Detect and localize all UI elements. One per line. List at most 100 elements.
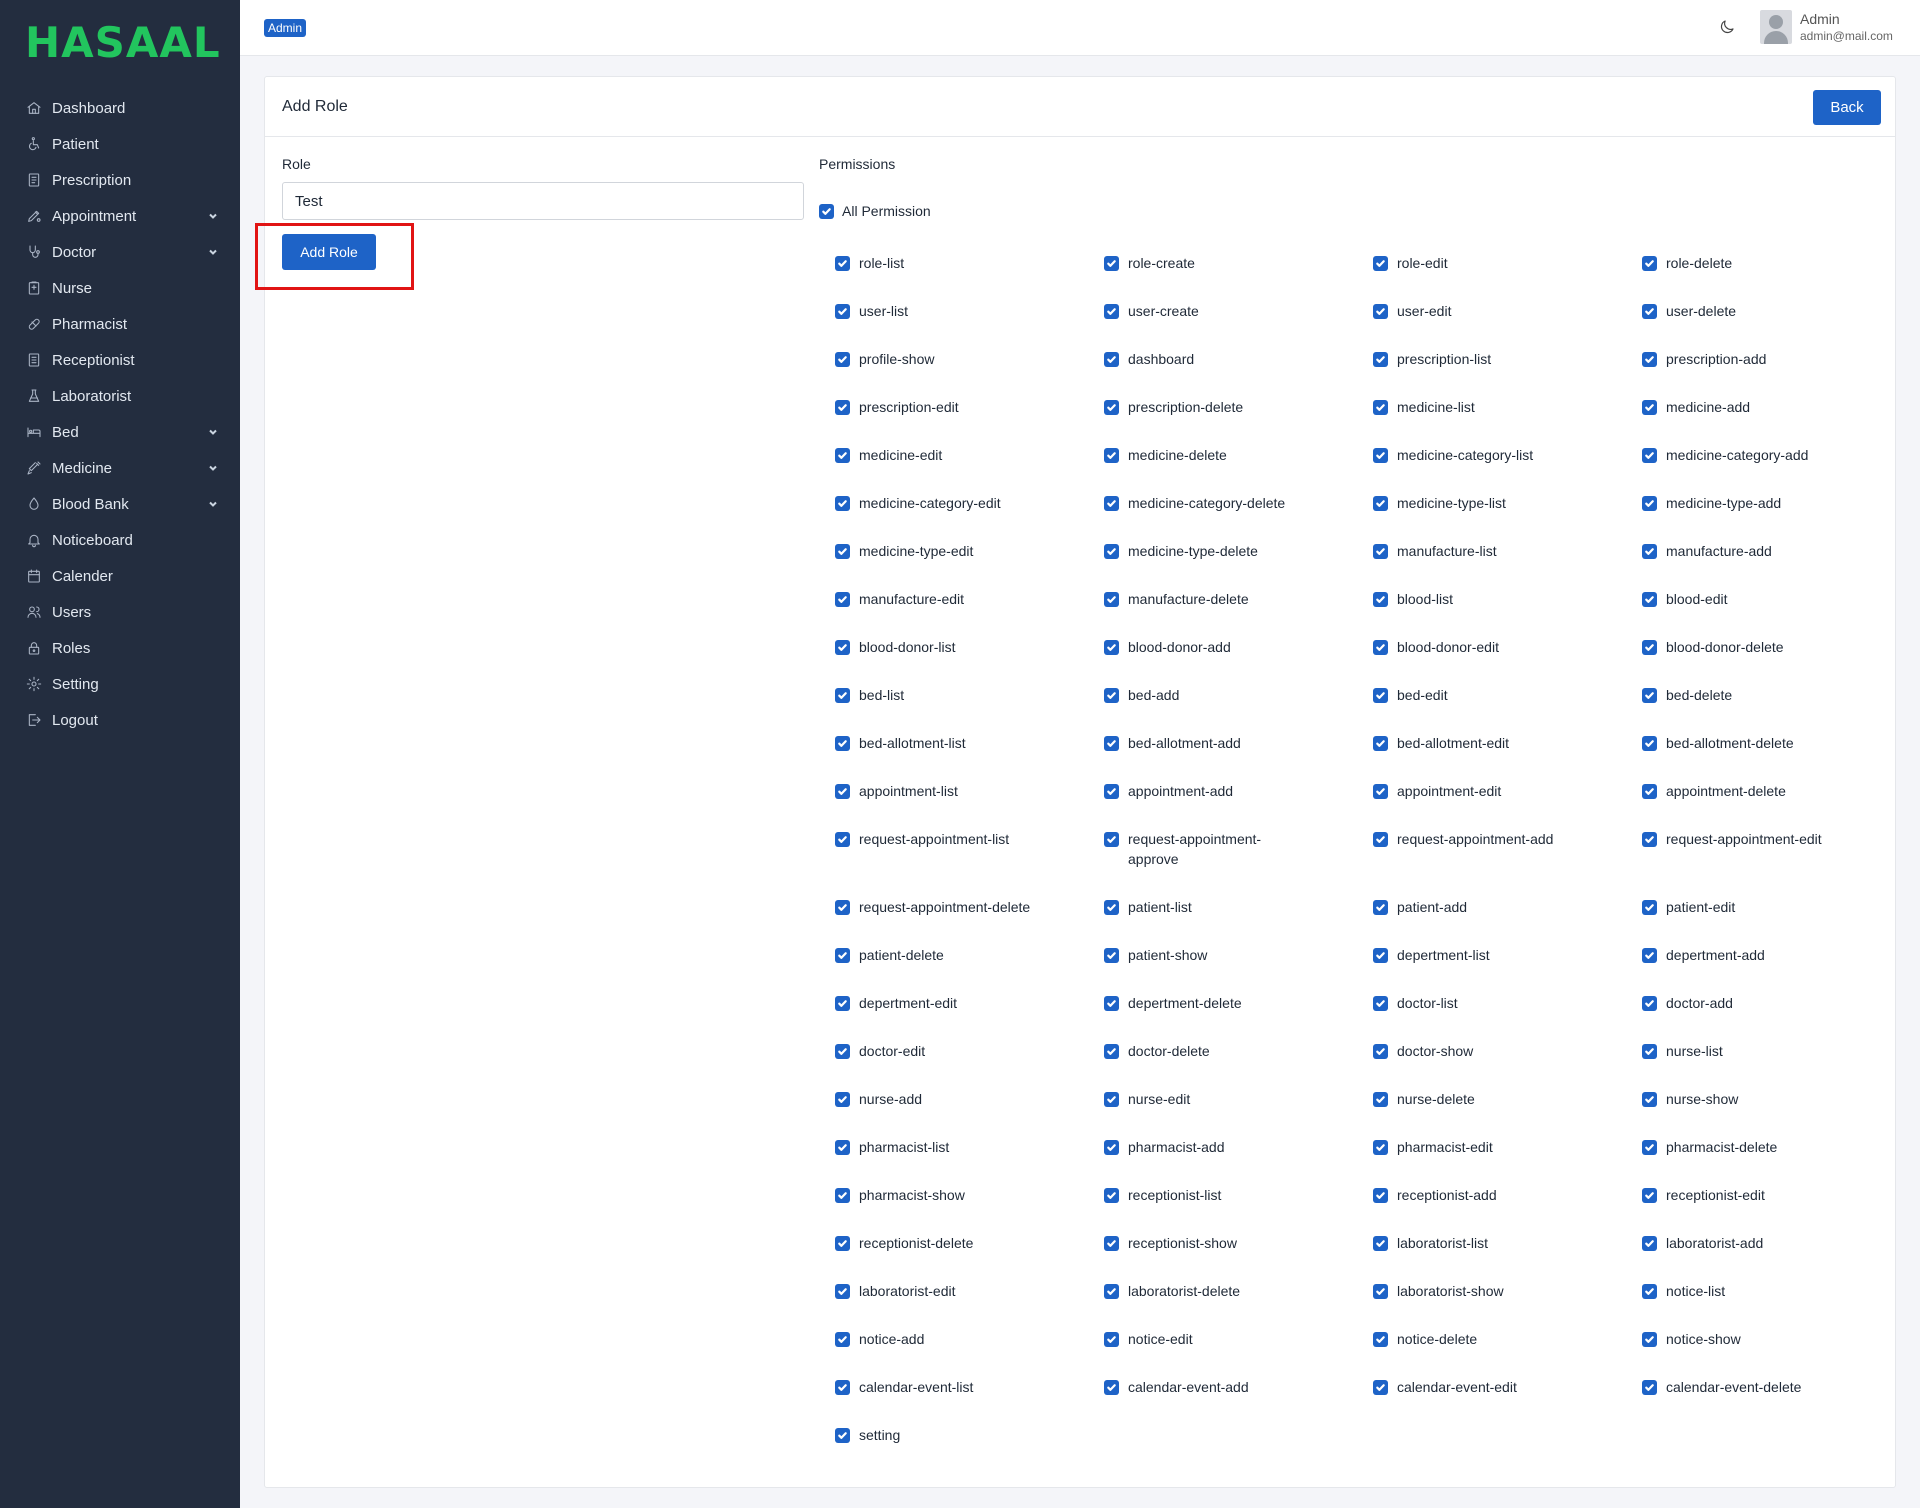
checkbox-checked[interactable] [1373,256,1388,271]
checkbox-checked[interactable] [1373,496,1388,511]
permission-checkbox[interactable]: manufacture-list [1373,542,1642,590]
permission-checkbox[interactable]: role-delete [1642,254,1911,302]
permission-checkbox[interactable]: bed-allotment-list [835,734,1104,782]
checkbox-checked[interactable] [835,304,850,319]
permission-checkbox[interactable]: pharmacist-delete [1642,1138,1911,1186]
permission-checkbox[interactable]: blood-donor-delete [1642,638,1911,686]
checkbox-checked[interactable] [835,592,850,607]
checkbox-checked[interactable] [1104,352,1119,367]
permission-checkbox[interactable]: depertment-delete [1104,994,1373,1042]
checkbox-checked[interactable] [1373,900,1388,915]
checkbox-checked[interactable] [1104,784,1119,799]
permission-checkbox[interactable]: medicine-category-add [1642,446,1911,494]
sidebar-item-medicine[interactable]: Medicine [0,450,240,486]
checkbox-checked[interactable] [1104,948,1119,963]
checkbox-checked[interactable] [835,688,850,703]
checkbox-checked[interactable] [835,1428,850,1443]
permission-checkbox[interactable]: nurse-list [1642,1042,1911,1090]
checkbox-checked[interactable] [835,496,850,511]
checkbox-checked[interactable] [1373,592,1388,607]
permission-checkbox[interactable]: request-appointment-delete [835,898,1104,946]
checkbox-checked[interactable] [1642,996,1657,1011]
all-permission-checkbox[interactable]: All Permission [819,203,931,219]
checkbox-checked[interactable] [835,1332,850,1347]
permission-checkbox[interactable]: depertment-list [1373,946,1642,994]
checkbox-checked[interactable] [835,1044,850,1059]
permission-checkbox[interactable]: notice-list [1642,1282,1911,1330]
permission-checkbox[interactable]: calendar-event-list [835,1378,1104,1426]
permission-checkbox[interactable]: medicine-delete [1104,446,1373,494]
permission-checkbox[interactable]: patient-list [1104,898,1373,946]
checkbox-checked[interactable] [1642,1188,1657,1203]
permission-checkbox[interactable]: request-appointment-list [835,830,1104,898]
checkbox-checked[interactable] [835,1140,850,1155]
sidebar-item-logout[interactable]: Logout [0,702,240,738]
checkbox-checked[interactable] [1642,256,1657,271]
checkbox-checked[interactable] [1373,304,1388,319]
checkbox-checked[interactable] [1104,544,1119,559]
checkbox-checked[interactable] [1373,832,1388,847]
checkbox-checked[interactable] [1373,996,1388,1011]
checkbox-checked[interactable] [1642,736,1657,751]
checkbox-checked[interactable] [1642,688,1657,703]
permission-checkbox[interactable]: pharmacist-list [835,1138,1104,1186]
permission-checkbox[interactable]: bed-edit [1373,686,1642,734]
checkbox-checked[interactable] [1642,496,1657,511]
permission-checkbox[interactable]: calendar-event-add [1104,1378,1373,1426]
sidebar-item-receptionist[interactable]: Receptionist [0,342,240,378]
permission-checkbox[interactable]: laboratorist-delete [1104,1282,1373,1330]
permission-checkbox[interactable]: blood-donor-list [835,638,1104,686]
sidebar-item-setting[interactable]: Setting [0,666,240,702]
permission-checkbox[interactable]: bed-allotment-delete [1642,734,1911,782]
role-input[interactable] [282,182,804,220]
checkbox-checked[interactable] [1373,1284,1388,1299]
checkbox-checked[interactable] [1642,784,1657,799]
back-button[interactable]: Back [1813,90,1881,125]
checkbox-checked[interactable] [1642,900,1657,915]
permission-checkbox[interactable]: patient-show [1104,946,1373,994]
sidebar-item-bed[interactable]: Bed [0,414,240,450]
checkbox-checked[interactable] [1642,948,1657,963]
checkbox-checked[interactable] [1104,832,1119,847]
sidebar-item-prescription[interactable]: Prescription [0,162,240,198]
permission-checkbox[interactable]: role-list [835,254,1104,302]
checkbox-checked[interactable] [835,1236,850,1251]
checkbox-checked[interactable] [1373,352,1388,367]
checkbox-checked[interactable] [1373,688,1388,703]
checkbox-checked[interactable] [835,1188,850,1203]
checkbox-checked[interactable] [1642,640,1657,655]
permission-checkbox[interactable]: calendar-event-edit [1373,1378,1642,1426]
checkbox-checked[interactable] [835,640,850,655]
checkbox-checked[interactable] [835,996,850,1011]
checkbox-checked[interactable] [1104,900,1119,915]
checkbox-checked[interactable] [1642,1044,1657,1059]
permission-checkbox[interactable]: role-edit [1373,254,1642,302]
permission-checkbox[interactable]: notice-edit [1104,1330,1373,1378]
permission-checkbox[interactable]: notice-show [1642,1330,1911,1378]
permission-checkbox[interactable]: receptionist-edit [1642,1186,1911,1234]
sidebar-item-dashboard[interactable]: Dashboard [0,90,240,126]
permission-checkbox[interactable]: receptionist-delete [835,1234,1104,1282]
checkbox-checked[interactable] [1373,1332,1388,1347]
checkbox-checked[interactable] [1104,496,1119,511]
checkbox-checked[interactable] [835,832,850,847]
permission-checkbox[interactable]: receptionist-list [1104,1186,1373,1234]
permission-checkbox[interactable]: user-list [835,302,1104,350]
avatar[interactable] [1760,10,1792,44]
checkbox-checked[interactable] [835,736,850,751]
permission-checkbox[interactable]: nurse-edit [1104,1090,1373,1138]
checkbox-checked[interactable] [1104,1236,1119,1251]
permission-checkbox[interactable]: medicine-type-edit [835,542,1104,590]
checkbox-checked[interactable] [1373,1188,1388,1203]
checkbox-checked[interactable] [1104,448,1119,463]
permission-checkbox[interactable]: nurse-add [835,1090,1104,1138]
permission-checkbox[interactable]: blood-donor-edit [1373,638,1642,686]
checkbox-checked[interactable] [1642,832,1657,847]
permission-checkbox[interactable]: appointment-list [835,782,1104,830]
checkbox-checked[interactable] [1104,592,1119,607]
checkbox-checked[interactable] [1373,784,1388,799]
permission-checkbox[interactable]: laboratorist-edit [835,1282,1104,1330]
permission-checkbox[interactable]: calendar-event-delete [1642,1378,1911,1426]
permission-checkbox[interactable]: appointment-delete [1642,782,1911,830]
permission-checkbox[interactable]: bed-add [1104,686,1373,734]
